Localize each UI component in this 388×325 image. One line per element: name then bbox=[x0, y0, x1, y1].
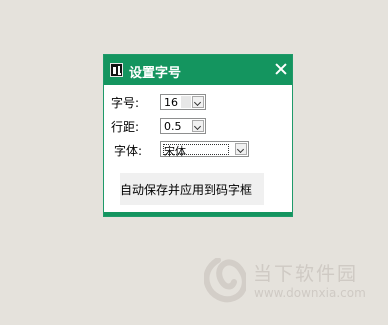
font-size-value: 16 bbox=[164, 96, 178, 109]
close-icon[interactable] bbox=[273, 61, 289, 77]
font-size-label: 字号: bbox=[111, 96, 140, 110]
watermark-url: www.downxia.com bbox=[254, 286, 366, 300]
font-size-select[interactable]: 16 bbox=[160, 94, 206, 110]
font-family-value: 宋体 bbox=[164, 145, 186, 158]
dialog-bottom-border bbox=[104, 212, 292, 216]
title-bar[interactable]: 设置字号 bbox=[104, 55, 292, 85]
app-icon bbox=[110, 63, 123, 77]
watermark-logo bbox=[204, 258, 246, 303]
chevron-down-icon[interactable] bbox=[192, 120, 204, 132]
font-family-select[interactable]: 宋体 bbox=[160, 141, 249, 158]
auto-apply-label: 自动保存并应用到码字框 bbox=[120, 183, 253, 197]
font-size-dialog: 设置字号 字号: 16 行距: 0.5 字体: 宋体 自动保存并应用到码字框 bbox=[103, 54, 293, 217]
line-spacing-label: 行距: bbox=[111, 120, 140, 134]
desktop-background: 设置字号 字号: 16 行距: 0.5 字体: 宋体 自动保存并应用到码字框 当… bbox=[0, 0, 388, 325]
auto-apply-option[interactable]: 自动保存并应用到码字框 bbox=[120, 173, 264, 205]
select-shade bbox=[181, 96, 191, 108]
line-spacing-value: 0.5 bbox=[164, 120, 182, 133]
watermark-brand: 当下软件园 bbox=[253, 263, 359, 285]
chevron-down-icon[interactable] bbox=[192, 96, 204, 108]
font-family-label: 字体: bbox=[114, 144, 143, 158]
chevron-down-icon[interactable] bbox=[235, 143, 247, 155]
dialog-title: 设置字号 bbox=[129, 66, 182, 81]
line-spacing-select[interactable]: 0.5 bbox=[160, 118, 206, 134]
